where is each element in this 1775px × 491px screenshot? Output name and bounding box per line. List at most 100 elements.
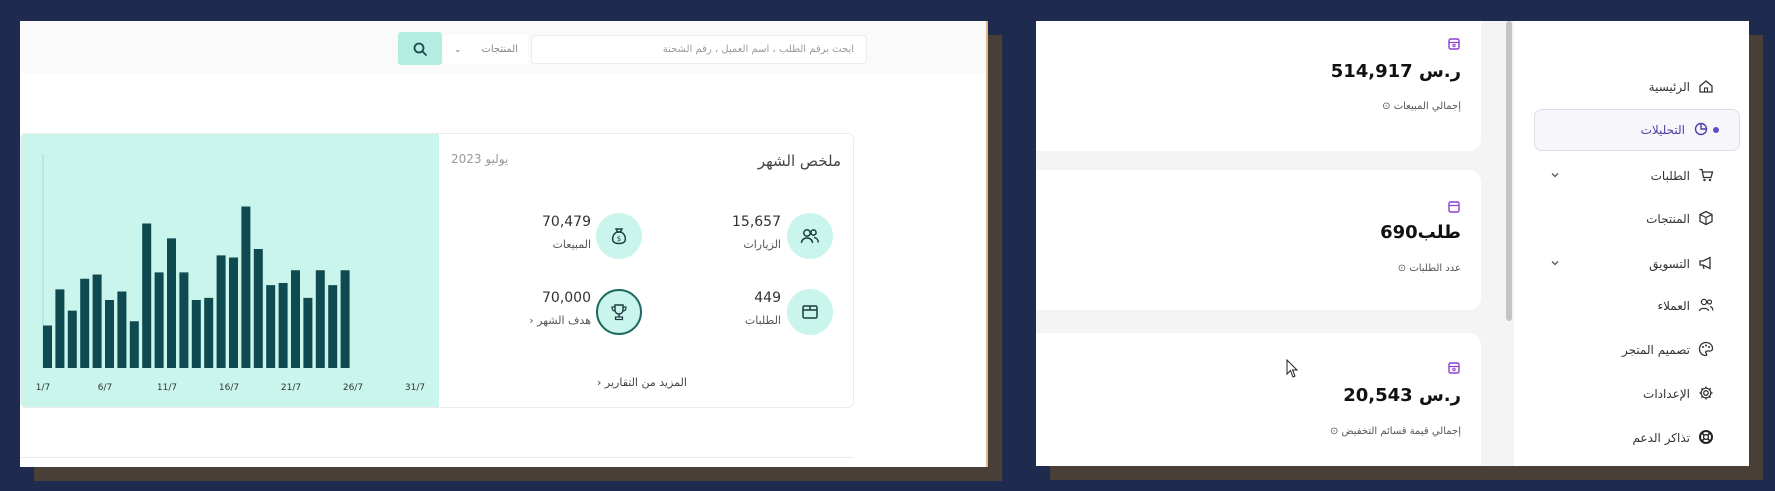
search-input[interactable]: ابحث برقم الطلب ، اسم العميل ، رقم الشحن… xyxy=(531,35,867,64)
kpi-card-sales: 514,917 ر.س إجمالي المبيعات ⊙ xyxy=(1036,21,1481,151)
chevron-down-icon xyxy=(1550,169,1560,183)
megaphone-icon xyxy=(1698,255,1714,274)
chevron-down-icon xyxy=(1550,257,1560,271)
chart-bar xyxy=(80,278,90,368)
sidebar-item-3[interactable]: المنتجات xyxy=(1534,198,1740,240)
chart-bar xyxy=(105,300,114,368)
kpi-sales-label-text: إجمالي المبيعات xyxy=(1393,101,1461,112)
active-indicator xyxy=(1713,127,1719,133)
lifebuoy-icon xyxy=(1698,429,1714,448)
card-title: ملخص الشهر xyxy=(757,152,841,170)
chart-bar xyxy=(117,291,127,368)
visits-label: الزيارات xyxy=(743,238,781,251)
sidebar-item-6[interactable]: تصميم المتجر xyxy=(1534,329,1740,371)
sidebar-item-7[interactable]: الإعدادات xyxy=(1534,373,1740,415)
chart-bar xyxy=(241,206,251,368)
x-tick-label: 1/7 xyxy=(36,383,50,393)
daily-chart: 1/7 6/7 11/7 16/7 21/7 26/7 31/7 xyxy=(21,134,439,407)
chart-bar xyxy=(328,285,338,368)
x-tick-label: 16/7 xyxy=(219,383,239,393)
box-purple-icon xyxy=(1448,38,1460,50)
chart-bar xyxy=(191,300,201,368)
chevron-down-icon: ⌄ xyxy=(454,44,462,55)
more-reports-link[interactable]: المزيد من التقارير ‹ xyxy=(597,376,687,389)
chart-bar xyxy=(154,272,164,368)
sidebar: الرئيسية التحليلات الطلبات المنتجات التسويق ا… xyxy=(1514,21,1749,466)
info-icon: ⊙ xyxy=(1382,101,1391,112)
kpi-orders-value: 690طلب xyxy=(1380,222,1461,243)
chart-bar xyxy=(179,272,189,368)
sales-label: المبيعات xyxy=(552,238,591,251)
chart-bar xyxy=(129,321,139,368)
users-icon xyxy=(800,229,820,244)
box-icon xyxy=(1698,210,1714,229)
kpi-discounts-label-text: إجمالي قيمة قسائم التخفيض xyxy=(1341,426,1461,437)
goal-label-row: هدف الشهر ‹ xyxy=(511,314,591,327)
sidebar-item-label: التسويق xyxy=(1649,257,1690,271)
sales-stat: 70,479 المبيعات xyxy=(515,214,591,251)
goal-label: هدف الشهر xyxy=(537,314,591,327)
chart-bar xyxy=(315,270,325,368)
users-icon xyxy=(1698,297,1714,316)
x-tick-label: 21/7 xyxy=(281,383,301,393)
kpi-orders-label: عدد الطلبات ⊙ xyxy=(1398,263,1461,274)
orders-label: الطلبات xyxy=(744,314,781,327)
category-select-value: المنتجات xyxy=(481,44,518,55)
chart-bar xyxy=(92,274,102,368)
kpi-orders-label-text: عدد الطلبات xyxy=(1409,263,1461,274)
chart-bar xyxy=(229,257,238,368)
search-icon xyxy=(413,42,427,56)
sidebar-item-5[interactable]: العملاء xyxy=(1534,285,1740,327)
box-purple-icon xyxy=(1448,201,1460,213)
visits-stat-icon xyxy=(787,213,833,259)
orders-stat: 449 الطلبات xyxy=(711,290,781,327)
chart-bar xyxy=(55,289,65,368)
kpi-card-orders: 690طلب عدد الطلبات ⊙ xyxy=(1036,170,1481,310)
chart-bar xyxy=(291,270,300,368)
info-icon: ⊙ xyxy=(1397,263,1407,274)
chart-bar xyxy=(167,238,176,368)
box-purple-icon xyxy=(1448,362,1460,374)
cart-icon xyxy=(1698,167,1714,186)
month-summary-card: 1/7 6/7 11/7 16/7 21/7 26/7 31/7 ملخص الشهر يو… xyxy=(20,133,854,408)
box-icon xyxy=(802,305,818,319)
visits-value: 15,657 xyxy=(732,214,781,230)
gear-icon xyxy=(1698,385,1714,404)
sidebar-item-4[interactable]: التسويق xyxy=(1534,243,1740,285)
chart-bar xyxy=(43,325,52,368)
mouse-cursor-icon xyxy=(1286,359,1299,378)
sales-value: 70,479 xyxy=(542,214,591,230)
sidebar-item-label: الإعدادات xyxy=(1643,387,1690,401)
search-button[interactable] xyxy=(398,32,442,65)
kpi-discounts-value: 20,543 ر.س xyxy=(1343,385,1461,406)
sidebar-item-0[interactable]: الرئيسية xyxy=(1534,66,1740,108)
analytics-panel: 514,917 ر.س إجمالي المبيعات ⊙ 690طلب عدد… xyxy=(1036,21,1749,466)
chart-bar xyxy=(340,270,350,368)
visits-stat: 15,657 الزيارات xyxy=(711,214,781,251)
chart-bar xyxy=(142,223,152,368)
kpi-sales-label: إجمالي المبيعات ⊙ xyxy=(1382,101,1461,112)
scrollbar[interactable] xyxy=(1506,21,1512,321)
chart-bar xyxy=(67,310,77,368)
sidebar-item-2[interactable]: الطلبات xyxy=(1534,155,1740,197)
chart-bar xyxy=(303,297,313,368)
sidebar-item-label: تذاكر الدعم xyxy=(1632,431,1690,445)
search-placeholder: ابحث برقم الطلب ، اسم العميل ، رقم الشحن… xyxy=(662,44,854,55)
kpi-card-discounts: 20,543 ر.س إجمالي قيمة قسائم التخفيض ⊙ xyxy=(1036,333,1481,466)
orders-value: 449 xyxy=(754,290,781,306)
svg-text:$: $ xyxy=(617,235,621,243)
chart-bar xyxy=(216,255,226,368)
sidebar-item-8[interactable]: تذاكر الدعم xyxy=(1534,417,1740,459)
card-date: يوليو 2023 xyxy=(451,152,509,166)
chevron-left-icon: ‹ xyxy=(597,376,602,389)
goal-stat: 70,000 هدف الشهر ‹ xyxy=(511,290,591,327)
trophy-icon xyxy=(611,304,627,321)
sidebar-item-1[interactable]: التحليلات xyxy=(1534,109,1740,151)
analytics-icon xyxy=(1693,121,1709,140)
bar-chart: 1/7 6/7 11/7 16/7 21/7 26/7 31/7 xyxy=(36,154,425,393)
category-select[interactable]: المنتجات ⌄ xyxy=(444,35,528,64)
chart-bar xyxy=(204,297,214,368)
info-icon: ⊙ xyxy=(1329,426,1339,437)
sidebar-item-label: العملاء xyxy=(1657,299,1690,313)
x-tick-label: 11/7 xyxy=(157,383,177,393)
